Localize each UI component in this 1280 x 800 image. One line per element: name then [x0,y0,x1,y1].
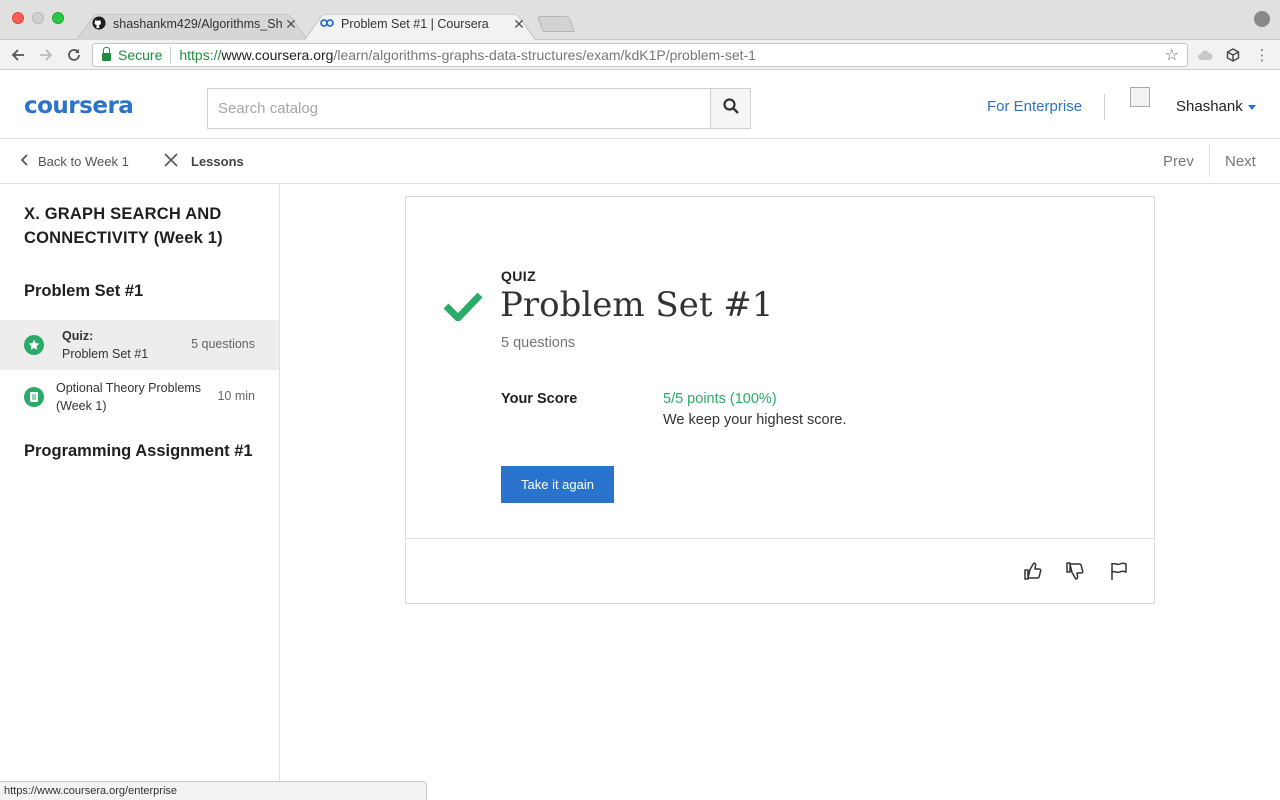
coursera-logo[interactable]: coursera [24,93,134,119]
window-minimize-button[interactable] [32,12,44,24]
course-subnav: Back to Week 1 Lessons Prev Next [0,139,1280,184]
sidebar-item-optional-theory[interactable]: Optional Theory Problems (Week 1) 10 min [0,372,279,422]
cloud-extension-icon[interactable] [1197,47,1213,63]
browser-toolbar: Secure https:// www.coursera.org /learn/… [0,40,1280,70]
page-title: Problem Set #1 [500,285,774,325]
browser-tab-coursera[interactable]: Problem Set #1 | Coursera ✕ [304,8,536,40]
address-bar[interactable]: Secure https:// www.coursera.org /learn/… [92,43,1188,67]
url-scheme: https:// [179,47,222,63]
item-meta: 10 min [217,389,255,403]
lessons-toggle[interactable]: Lessons [164,151,244,172]
close-icon [164,151,178,172]
quiz-completed-star-icon [24,335,44,355]
window-close-button[interactable] [12,12,24,24]
quiz-card: QUIZ Problem Set #1 5 questions Your Sco… [405,196,1155,604]
tab-title: Problem Set #1 | Coursera [341,17,489,31]
week-title: X. GRAPH SEARCH AND CONNECTIVITY (Week 1… [24,205,223,247]
site-header: coursera For Enterprise Shashank [0,71,1280,139]
section-title-problem-set[interactable]: Problem Set #1 [24,282,143,301]
question-count: 5 questions [501,335,576,351]
tab-title: shashankm429/Algorithms_Sh [113,17,283,31]
header-divider [1104,94,1105,120]
tab-close-icon[interactable]: ✕ [284,16,298,33]
item-title-line1: Optional Theory Problems [56,381,201,395]
score-label: Your Score [501,391,578,407]
card-footer-divider [406,538,1154,539]
thumbs-down-icon[interactable] [1064,560,1086,582]
lessons-label: Lessons [191,154,244,169]
browser-profile-icon[interactable] [1254,11,1270,27]
take-it-again-button[interactable]: Take it again [501,466,614,503]
url-domain: www.coursera.org [221,47,334,63]
back-arrow-icon[interactable] [8,45,28,65]
section-title-programming-assignment[interactable]: Programming Assignment #1 [24,442,253,461]
prev-button[interactable]: Prev [1163,153,1194,170]
score-note: We keep your highest score. [663,412,847,428]
github-icon [92,15,106,33]
box-extension-icon[interactable] [1225,47,1241,63]
forward-arrow-icon[interactable] [36,45,56,65]
item-meta: 5 questions [191,337,255,351]
lock-icon [102,47,111,61]
chevron-left-icon [20,153,28,169]
item-title-line2: (Week 1) [56,399,107,413]
secure-label: Secure [118,47,163,63]
next-button[interactable]: Next [1225,153,1256,170]
browser-tab-github[interactable]: shashankm429/Algorithms_Sh ✕ [76,8,308,40]
thumbs-up-icon[interactable] [1022,560,1044,582]
back-to-week-label: Back to Week 1 [38,153,129,169]
search-button[interactable] [710,88,751,129]
prev-next-divider [1209,145,1210,177]
reading-completed-icon [24,387,44,407]
avatar[interactable] [1130,87,1150,107]
tab-close-icon[interactable]: ✕ [512,16,526,33]
quiz-type-label: QUIZ [501,268,537,284]
flag-icon[interactable] [1108,560,1130,582]
new-tab-button[interactable] [537,16,575,32]
search-input[interactable] [207,88,711,129]
back-to-week-link[interactable]: Back to Week 1 [20,153,129,169]
coursera-favicon-icon [320,17,334,31]
address-divider [170,47,172,63]
item-title: Problem Set #1 [62,347,149,361]
lesson-sidebar: X. GRAPH SEARCH AND CONNECTIVITY (Week 1… [0,184,280,800]
search-icon [722,98,739,119]
chevron-down-icon[interactable] [1248,105,1256,110]
score-value: 5/5 points (100%) [663,391,777,407]
user-name[interactable]: Shashank [1176,98,1243,115]
for-enterprise-link[interactable]: For Enterprise [987,98,1082,115]
browser-status-url: https://www.coursera.org/enterprise [0,781,427,800]
bookmark-star-icon[interactable]: ☆ [1165,45,1179,65]
browser-tab-bar: shashankm429/Algorithms_Sh ✕ Problem Set… [0,0,1280,40]
browser-menu-icon[interactable]: ⋮ [1254,47,1270,64]
url-path: /learn/algorithms-graphs-data-structures… [333,47,756,63]
checkmark-icon [443,291,483,326]
reload-icon[interactable] [64,45,84,65]
sidebar-item-quiz[interactable]: Quiz: Problem Set #1 5 questions [0,320,279,370]
window-zoom-button[interactable] [52,12,64,24]
item-type-label: Quiz: [62,329,94,343]
